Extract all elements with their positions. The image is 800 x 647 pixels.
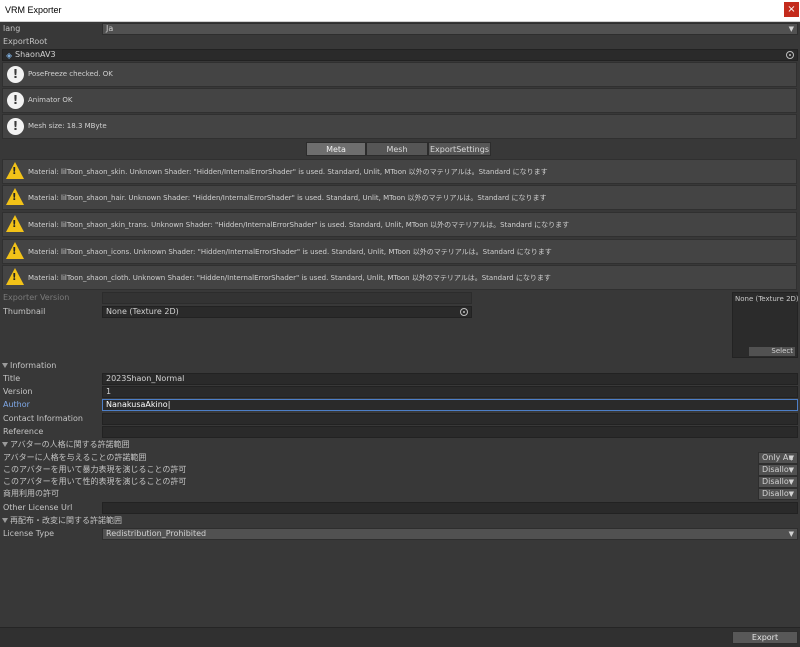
- footer-bar: Export: [0, 627, 800, 647]
- export-root-label: ExportRoot: [3, 37, 48, 46]
- info-icon: !: [7, 66, 24, 83]
- warning-icon: !: [6, 215, 24, 232]
- tab-export-settings[interactable]: ExportSettings: [428, 142, 491, 156]
- author-field[interactable]: NanakusaAkino|: [102, 399, 798, 411]
- version-label: Version: [3, 387, 33, 396]
- info-box: ! Mesh size: 18.3 MByte: [2, 114, 797, 139]
- warning-box: ! Material: lilToon_shaon_skin_trans. Un…: [2, 212, 797, 237]
- object-picker-icon[interactable]: [786, 51, 794, 59]
- foldout-arrow-icon: [2, 363, 8, 368]
- object-picker-icon[interactable]: [460, 308, 468, 316]
- lang-value: Ja: [106, 24, 114, 33]
- contact-field[interactable]: [102, 413, 798, 425]
- thumbnail-value: None (Texture 2D): [106, 307, 179, 316]
- other-license-label: Other License Url: [3, 503, 73, 512]
- license-type-label: License Type: [3, 529, 55, 538]
- contact-label: Contact Information: [3, 414, 83, 423]
- license-type-dropdown[interactable]: Redistribution_Prohibited ▼: [102, 528, 798, 540]
- other-license-field[interactable]: [102, 502, 798, 514]
- permission-header: アバターの人格に関する許諾範囲: [10, 440, 130, 449]
- export-root-value: ShaonAV3: [15, 50, 56, 59]
- window-titlebar: VRM Exporter ×: [0, 0, 800, 22]
- chevron-down-icon: ▼: [788, 478, 794, 486]
- warning-icon: !: [6, 162, 24, 179]
- window-title: VRM Exporter: [5, 5, 62, 15]
- thumbnail-preview-text: None (Texture 2D): [735, 295, 799, 303]
- warning-icon: !: [6, 268, 24, 285]
- exporter-version-label: Exporter Version: [3, 293, 70, 302]
- lang-dropdown[interactable]: Ja ▼: [102, 23, 798, 35]
- title-label: Title: [3, 374, 21, 383]
- thumbnail-preview[interactable]: None (Texture 2D) Select: [732, 292, 799, 358]
- chevron-down-icon: ▼: [788, 466, 794, 474]
- warning-message: Material: lilToon_shaon_skin_trans. Unkn…: [28, 221, 570, 229]
- redistribution-header: 再配布・改変に関する許諾範囲: [10, 516, 122, 525]
- warning-box: ! Material: lilToon_shaon_icons. Unknown…: [2, 239, 797, 264]
- thumbnail-select-button[interactable]: Select: [749, 347, 795, 356]
- info-message: Animator OK: [28, 96, 73, 104]
- warning-message: Material: lilToon_shaon_hair. Unknown Sh…: [28, 194, 547, 202]
- info-message: PoseFreeze checked. OK: [28, 70, 113, 78]
- chevron-down-icon: ▼: [788, 454, 794, 462]
- commercial-usage-label: 商用利用の許可: [3, 489, 59, 498]
- reference-field[interactable]: [102, 426, 798, 438]
- title-field[interactable]: 2023Shaon_Normal: [102, 373, 798, 385]
- allowed-user-dropdown[interactable]: Only Au ▼: [758, 452, 798, 464]
- license-type-value: Redistribution_Prohibited: [106, 529, 207, 538]
- warning-message: Material: lilToon_shaon_icons. Unknown S…: [28, 248, 552, 256]
- chevron-down-icon: ▼: [788, 530, 794, 538]
- lang-label: lang: [3, 24, 21, 33]
- warning-box: ! Material: lilToon_shaon_cloth. Unknown…: [2, 265, 797, 290]
- version-field[interactable]: 1: [102, 386, 798, 398]
- warning-box: ! Material: lilToon_shaon_hair. Unknown …: [2, 185, 797, 210]
- export-button[interactable]: Export: [732, 631, 798, 644]
- allowed-user-label: アバターに人格を与えることの許諾範囲: [3, 453, 147, 462]
- reference-label: Reference: [3, 427, 44, 436]
- thumbnail-field[interactable]: None (Texture 2D): [102, 306, 472, 318]
- exporter-version-field: [102, 292, 472, 304]
- information-header: Information: [10, 361, 57, 370]
- tab-mesh[interactable]: Mesh: [366, 142, 428, 156]
- warning-icon: !: [6, 188, 24, 205]
- info-message: Mesh size: 18.3 MByte: [28, 122, 107, 130]
- violent-usage-label: このアバターを用いて暴力表現を演じることの許可: [3, 465, 187, 474]
- warning-box: ! Material: lilToon_shaon_skin. Unknown …: [2, 159, 797, 184]
- information-foldout[interactable]: Information: [2, 360, 56, 372]
- thumbnail-label: Thumbnail: [3, 307, 46, 316]
- warning-message: Material: lilToon_shaon_skin. Unknown Sh…: [28, 168, 548, 176]
- sexual-usage-label: このアバターを用いて性的表現を演じることの許可: [3, 477, 187, 486]
- chevron-down-icon: ▼: [788, 25, 794, 33]
- foldout-arrow-icon: [2, 518, 8, 523]
- tab-meta[interactable]: Meta: [306, 142, 366, 156]
- sexual-usage-dropdown[interactable]: Disallov ▼: [758, 476, 798, 488]
- violent-usage-dropdown[interactable]: Disallov ▼: [758, 464, 798, 476]
- permission-foldout[interactable]: アバターの人格に関する許諾範囲: [2, 439, 130, 451]
- redistribution-foldout[interactable]: 再配布・改変に関する許諾範囲: [2, 515, 122, 527]
- warning-icon: !: [6, 242, 24, 259]
- commercial-usage-dropdown[interactable]: Disallov ▼: [758, 488, 798, 500]
- warning-message: Material: lilToon_shaon_cloth. Unknown S…: [28, 274, 551, 282]
- info-icon: !: [7, 92, 24, 109]
- gameobject-icon: ◈: [6, 51, 13, 60]
- info-icon: !: [7, 118, 24, 135]
- foldout-arrow-icon: [2, 442, 8, 447]
- chevron-down-icon: ▼: [788, 490, 794, 498]
- info-box: ! Animator OK: [2, 88, 797, 113]
- export-root-field[interactable]: ◈ ShaonAV3: [2, 49, 798, 61]
- author-value: NanakusaAkino: [106, 400, 168, 409]
- close-button[interactable]: ×: [784, 2, 799, 17]
- author-label: Author: [3, 400, 30, 409]
- info-box: ! PoseFreeze checked. OK: [2, 62, 797, 87]
